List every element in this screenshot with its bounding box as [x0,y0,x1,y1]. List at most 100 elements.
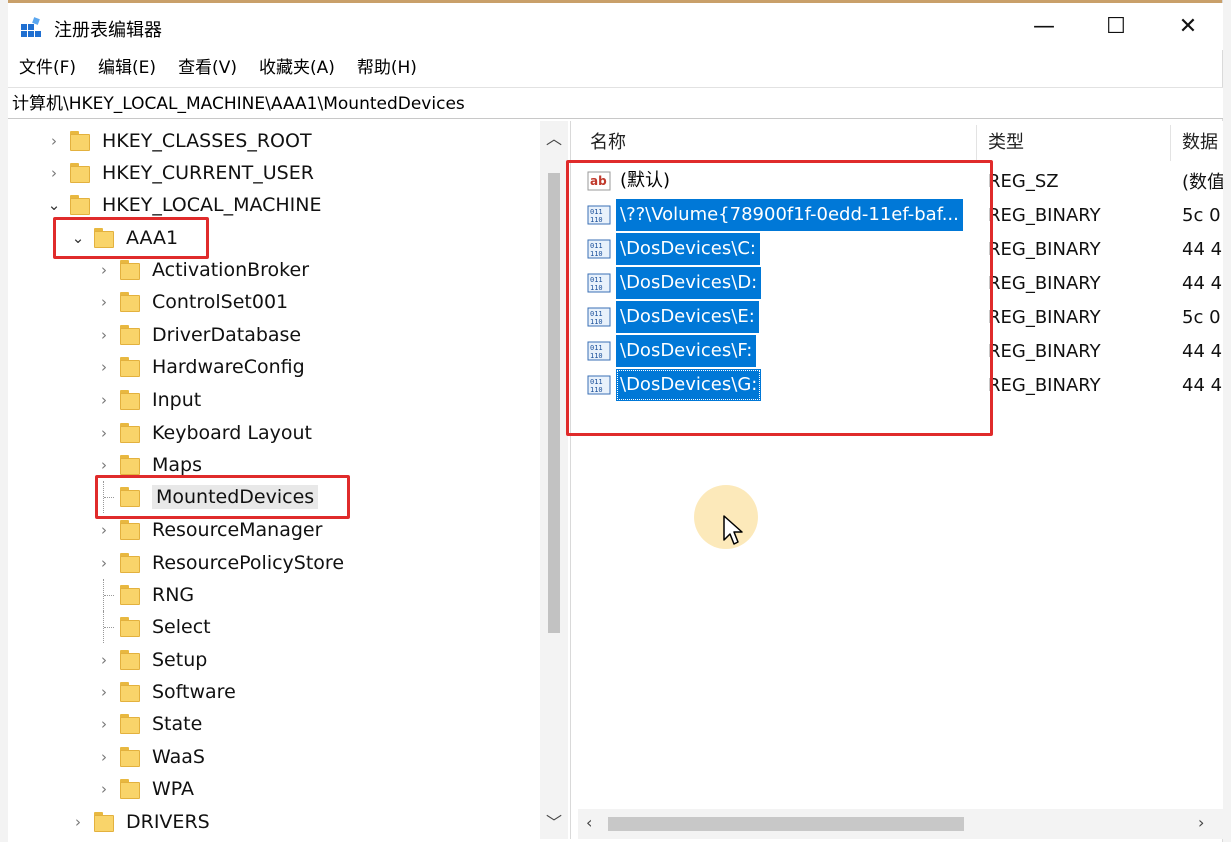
value-row-dosdevices-c[interactable]: 011 110 \DosDevices\C: REG_BINARY 44 4 [586,233,1222,265]
column-header-data[interactable]: 数据 [1182,121,1218,165]
tree-item-software[interactable]: › Software [94,676,236,708]
scrollbar-thumb[interactable] [548,173,560,633]
chevron-right-icon[interactable]: › [94,683,114,701]
tree-item-resourcemanager[interactable]: › ResourceManager [94,514,322,546]
chevron-right-icon[interactable]: › [44,164,64,182]
menu-bar: 文件(F) 编辑(E) 查看(V) 收藏夹(A) 帮助(H) [8,52,1223,84]
chevron-right-icon[interactable]: › [94,326,114,344]
svg-text:110: 110 [590,250,603,258]
key-tree-pane: › HKEY_CLASSES_ROOT › HKEY_CURRENT_USER ⌄ H… [8,121,571,839]
svg-text:110: 110 [590,318,603,326]
minimize-button[interactable]: — [1008,3,1080,50]
binary-value-icon: 011 110 [586,306,612,328]
menu-file[interactable]: 文件(F) [8,52,87,84]
tree-item-driverdatabase[interactable]: › DriverDatabase [94,319,301,351]
folder-icon [120,390,142,410]
value-row-default[interactable]: ab (默认) REG_SZ (数值 [586,165,1223,197]
chevron-right-icon[interactable]: › [94,780,114,798]
address-bar[interactable]: 计算机\HKEY_LOCAL_MACHINE\AAA1\MountedDevic… [8,87,1223,119]
folder-icon [120,650,142,670]
menu-view[interactable]: 查看(V) [167,52,248,84]
chevron-down-icon[interactable]: ⌄ [68,229,88,247]
column-separator[interactable] [976,125,977,161]
chevron-right-icon[interactable]: › [94,554,114,572]
folder-icon [94,812,116,832]
tree-item-select[interactable]: Select [94,611,211,643]
folder-icon [70,163,92,183]
tree-item-drivers[interactable]: › DRIVERS [68,806,210,838]
window-right-edge [1222,0,1231,842]
scroll-right-icon[interactable]: › [1198,813,1204,832]
tree-item-hkey-current-user[interactable]: › HKEY_CURRENT_USER [44,157,314,189]
value-type: REG_BINARY [988,374,1101,396]
tree-item-rng[interactable]: RNG [94,579,194,611]
chevron-right-icon[interactable]: › [94,424,114,442]
tree-item-resourcepolicystore[interactable]: › ResourcePolicyStore [94,547,344,579]
folder-icon [120,357,142,377]
chevron-right-icon[interactable]: › [94,651,114,669]
tree-item-input[interactable]: › Input [94,384,201,416]
scroll-left-icon[interactable]: ‹ [586,813,592,832]
scroll-up-icon[interactable]: ︿ [540,125,568,149]
values-horizontal-scrollbar[interactable]: ‹ › [578,809,1223,839]
menu-help[interactable]: 帮助(H) [346,52,428,84]
binary-value-icon: 011 110 [586,374,612,396]
value-name: \??\Volume{78900f1f-0edd-11ef-baf... [616,199,963,231]
chevron-right-icon[interactable]: › [94,261,114,279]
value-name: \DosDevices\G: [616,369,762,401]
menu-favorites[interactable]: 收藏夹(A) [248,52,346,84]
value-data: 44 4 [1182,272,1223,294]
value-row-volume[interactable]: 011 110 \??\Volume{78900f1f-0edd-11ef-baf… [586,199,1221,231]
tree-item-mounteddevices[interactable]: MountedDevices [94,481,319,513]
folder-icon [120,553,142,573]
tree-item-wpa[interactable]: › WPA [94,773,194,805]
folder-icon [120,325,142,345]
value-name: \DosDevices\C: [616,233,760,265]
tree-connector [94,611,114,643]
column-header-name[interactable]: 名称 [590,121,626,165]
chevron-right-icon[interactable]: › [94,748,114,766]
chevron-right-icon[interactable]: › [94,391,114,409]
binary-value-icon: 011 110 [586,238,612,260]
chevron-right-icon[interactable]: › [94,521,114,539]
value-row-dosdevices-f[interactable]: 011 110 \DosDevices\F: REG_BINARY 44 4 [586,335,1222,367]
tree-item-controlset001[interactable]: › ControlSet001 [94,286,288,318]
chevron-right-icon[interactable]: › [68,813,88,831]
folder-icon [70,195,92,215]
chevron-right-icon[interactable]: › [94,358,114,376]
tree-item-waas[interactable]: › WaaS [94,741,205,773]
chevron-right-icon[interactable]: › [94,715,114,733]
column-separator[interactable] [1170,125,1171,161]
value-name: \DosDevices\F: [616,335,757,367]
scroll-down-icon[interactable]: ﹀ [540,809,568,833]
tree-vertical-scrollbar[interactable]: ︿ ﹀ [540,121,568,839]
chevron-right-icon[interactable]: › [44,132,64,150]
value-row-dosdevices-g[interactable]: 011 110 \DosDevices\G: REG_BINARY 44 4 [586,369,1222,401]
close-button[interactable]: ✕ [1152,3,1224,50]
value-data: 5c 0 [1182,306,1221,328]
tree-item-maps[interactable]: › Maps [94,449,202,481]
tree-item-setup[interactable]: › Setup [94,644,207,676]
chevron-right-icon[interactable]: › [94,456,114,474]
value-row-dosdevices-e[interactable]: 011 110 \DosDevices\E: REG_BINARY 5c 0 [586,301,1221,333]
chevron-right-icon[interactable]: › [94,293,114,311]
maximize-button[interactable]: ☐ [1080,3,1152,50]
value-row-dosdevices-d[interactable]: 011 110 \DosDevices\D: REG_BINARY 44 4 [586,267,1222,299]
tree-item-hardwareconfig[interactable]: › HardwareConfig [94,351,305,383]
value-data: 44 4 [1182,340,1223,362]
svg-text:110: 110 [590,386,603,394]
values-list-pane: 名称 类型 数据 ab (默认) REG_SZ (数值 011 110 \??\V… [578,121,1223,839]
chevron-down-icon[interactable]: ⌄ [44,196,64,214]
menu-edit[interactable]: 编辑(E) [87,52,167,84]
tree-item-activationbroker[interactable]: › ActivationBroker [94,254,309,286]
tree-connector [94,579,114,611]
value-type: REG_BINARY [988,272,1101,294]
column-header-type[interactable]: 类型 [988,121,1024,165]
tree-item-keyboard-layout[interactable]: › Keyboard Layout [94,417,312,449]
scrollbar-thumb[interactable] [608,817,964,831]
tree-item-aaa1[interactable]: ⌄ AAA1 [68,222,178,254]
svg-text:110: 110 [590,216,603,224]
tree-item-hkey-classes-root[interactable]: › HKEY_CLASSES_ROOT [44,125,312,157]
tree-item-state[interactable]: › State [94,708,202,740]
tree-item-hkey-local-machine[interactable]: ⌄ HKEY_LOCAL_MACHINE [44,189,322,221]
